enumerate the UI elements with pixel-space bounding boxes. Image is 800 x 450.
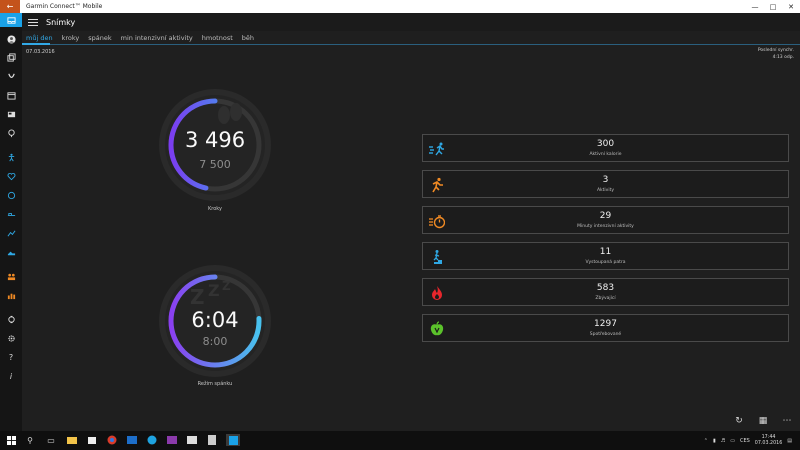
svg-text:Z: Z	[190, 285, 205, 309]
calendar-icon[interactable]	[0, 88, 22, 102]
task-view-icon[interactable]: ▭	[45, 434, 57, 446]
tab-steps[interactable]: kroky	[62, 34, 80, 42]
tab-sleep[interactable]: spánek	[88, 34, 111, 42]
onenote-icon[interactable]	[166, 434, 178, 446]
calculator-icon[interactable]	[206, 434, 218, 446]
sync-refresh-icon[interactable]: ↻	[732, 416, 746, 426]
tab-active-indicator	[22, 43, 50, 45]
tab-strip: můj den kroky spánek min intenzivní akti…	[26, 34, 254, 42]
file-explorer-icon[interactable]	[66, 434, 78, 446]
news-icon[interactable]	[0, 107, 22, 121]
insights-icon[interactable]	[0, 69, 22, 83]
start-windows-icon[interactable]	[5, 434, 17, 446]
tips-icon[interactable]	[0, 126, 22, 140]
card-label: Aktivní kalorie	[589, 152, 622, 157]
card-value: 300	[596, 139, 615, 149]
card-calories-consumed[interactable]: 1297 Spotřebované	[422, 314, 789, 342]
svg-text:Z: Z	[222, 279, 231, 293]
last-sync: Poslední synchr. 4:13 odp.	[734, 47, 794, 61]
grid-view-icon[interactable]: ▦	[756, 416, 770, 426]
chrome-icon[interactable]	[106, 434, 118, 446]
tab-intensity-minutes[interactable]: min intenzivní aktivity	[121, 34, 193, 42]
close-button[interactable]: ✕	[782, 3, 800, 11]
battery-icon[interactable]: ▭	[730, 438, 735, 444]
card-label: Spotřebované	[589, 332, 622, 337]
leaderboard-icon[interactable]	[0, 288, 22, 302]
card-label: Minuty intenzivní aktivity	[577, 224, 634, 229]
search-icon[interactable]: ⚲	[24, 434, 36, 446]
app-window: ← Garmin Connect™ Mobile — □ ✕ ? i Snímk…	[0, 0, 800, 450]
media-player-icon[interactable]	[186, 434, 198, 446]
tray-up-arrow-icon[interactable]: ⌃	[704, 438, 708, 444]
svg-text:Z: Z	[208, 281, 220, 300]
last-sync-time: 4:13 odp.	[772, 55, 794, 60]
help-icon[interactable]: ?	[0, 350, 22, 364]
snapshots-icon[interactable]	[0, 50, 22, 64]
garmin-connect-taskbar-icon[interactable]	[226, 434, 240, 446]
settings-icon[interactable]	[0, 331, 22, 345]
card-label: Aktivity	[596, 188, 615, 193]
window-title: Garmin Connect™ Mobile	[26, 3, 103, 10]
sleep-nav-icon[interactable]	[0, 207, 22, 221]
windows-taskbar: ⚲ ▭ ⌃ ▮ ♬ ▭ CES 17:44 07.03.2016 ▤	[0, 431, 800, 450]
maximize-button[interactable]: □	[764, 3, 782, 11]
inbox-icon[interactable]	[0, 13, 22, 27]
command-bar: ↻ ▦ ⋯	[732, 411, 800, 431]
title-bar: ← Garmin Connect™ Mobile — □ ✕	[0, 0, 800, 13]
card-value: 1297	[594, 319, 617, 329]
last-sync-label: Poslední synchr.	[757, 48, 794, 53]
sleep-value: 6:04	[191, 308, 239, 332]
card-value: 583	[596, 283, 615, 293]
system-tray: ⌃ ▮ ♬ ▭ CES 17:44 07.03.2016 ▤	[704, 431, 800, 450]
card-value: 3	[602, 175, 609, 185]
card-active-calories[interactable]: 300 Aktivní kalorie	[422, 134, 789, 162]
tab-weight[interactable]: hmotnost	[202, 34, 233, 42]
steps-goal: 7 500	[199, 158, 231, 171]
outlook-icon[interactable]	[126, 434, 138, 446]
back-arrow-icon[interactable]: ←	[0, 0, 20, 13]
card-value: 11	[599, 247, 612, 257]
stress-icon[interactable]	[0, 188, 22, 202]
sleep-goal: 8:00	[202, 335, 228, 348]
device-icon[interactable]	[0, 312, 22, 326]
side-nav: ? i	[0, 13, 22, 431]
sleep-caption: Režim spánku	[197, 381, 233, 387]
card-label: Zbývající	[595, 296, 616, 301]
store-icon[interactable]	[86, 434, 98, 446]
card-activities[interactable]: 3 Aktivity	[422, 170, 789, 198]
steps-value: 3 496	[184, 128, 246, 152]
heart-rate-icon[interactable]	[0, 169, 22, 183]
tab-my-day[interactable]: můj den	[26, 34, 53, 42]
more-options-icon[interactable]: ⋯	[780, 416, 794, 426]
current-date: 07.03.2016	[26, 49, 55, 55]
trend-icon[interactable]	[0, 226, 22, 240]
notifications-icon[interactable]: ▤	[787, 438, 792, 444]
card-calories-remaining[interactable]: 583 Zbývající	[422, 278, 789, 306]
shoe-icon[interactable]	[0, 245, 22, 259]
taskbar-clock[interactable]: 17:44 07.03.2016	[755, 435, 782, 447]
card-value: 29	[599, 211, 612, 221]
keyboard-language[interactable]: CES	[740, 438, 750, 444]
tab-divider	[22, 44, 800, 45]
network-icon[interactable]: ▮	[713, 438, 716, 444]
tab-run[interactable]: běh	[242, 34, 254, 42]
card-intensity-minutes[interactable]: 29 Minuty intenzivní aktivity	[422, 206, 789, 234]
app-header: Snímky	[22, 13, 800, 31]
page-title: Snímky	[46, 17, 76, 27]
connections-icon[interactable]	[0, 269, 22, 283]
volume-icon[interactable]: ♬	[721, 438, 725, 444]
steps-caption: Kroky	[208, 206, 222, 212]
taskbar-date: 07.03.2016	[754, 440, 783, 446]
hamburger-menu-icon[interactable]	[28, 18, 38, 26]
sleep-gauge[interactable]: Z Z Z 6:04 8:00	[158, 264, 272, 378]
minimize-button[interactable]: —	[746, 3, 764, 11]
skype-icon[interactable]	[146, 434, 158, 446]
info-icon[interactable]: i	[0, 369, 22, 383]
avatar-icon[interactable]	[0, 32, 22, 46]
steps-gauge[interactable]: 3 496 7 500	[158, 88, 272, 202]
card-floors-climbed[interactable]: 11 Vystoupaná patra	[422, 242, 789, 270]
card-label: Vystoupaná patra	[585, 260, 626, 265]
activity-icon[interactable]	[0, 150, 22, 164]
